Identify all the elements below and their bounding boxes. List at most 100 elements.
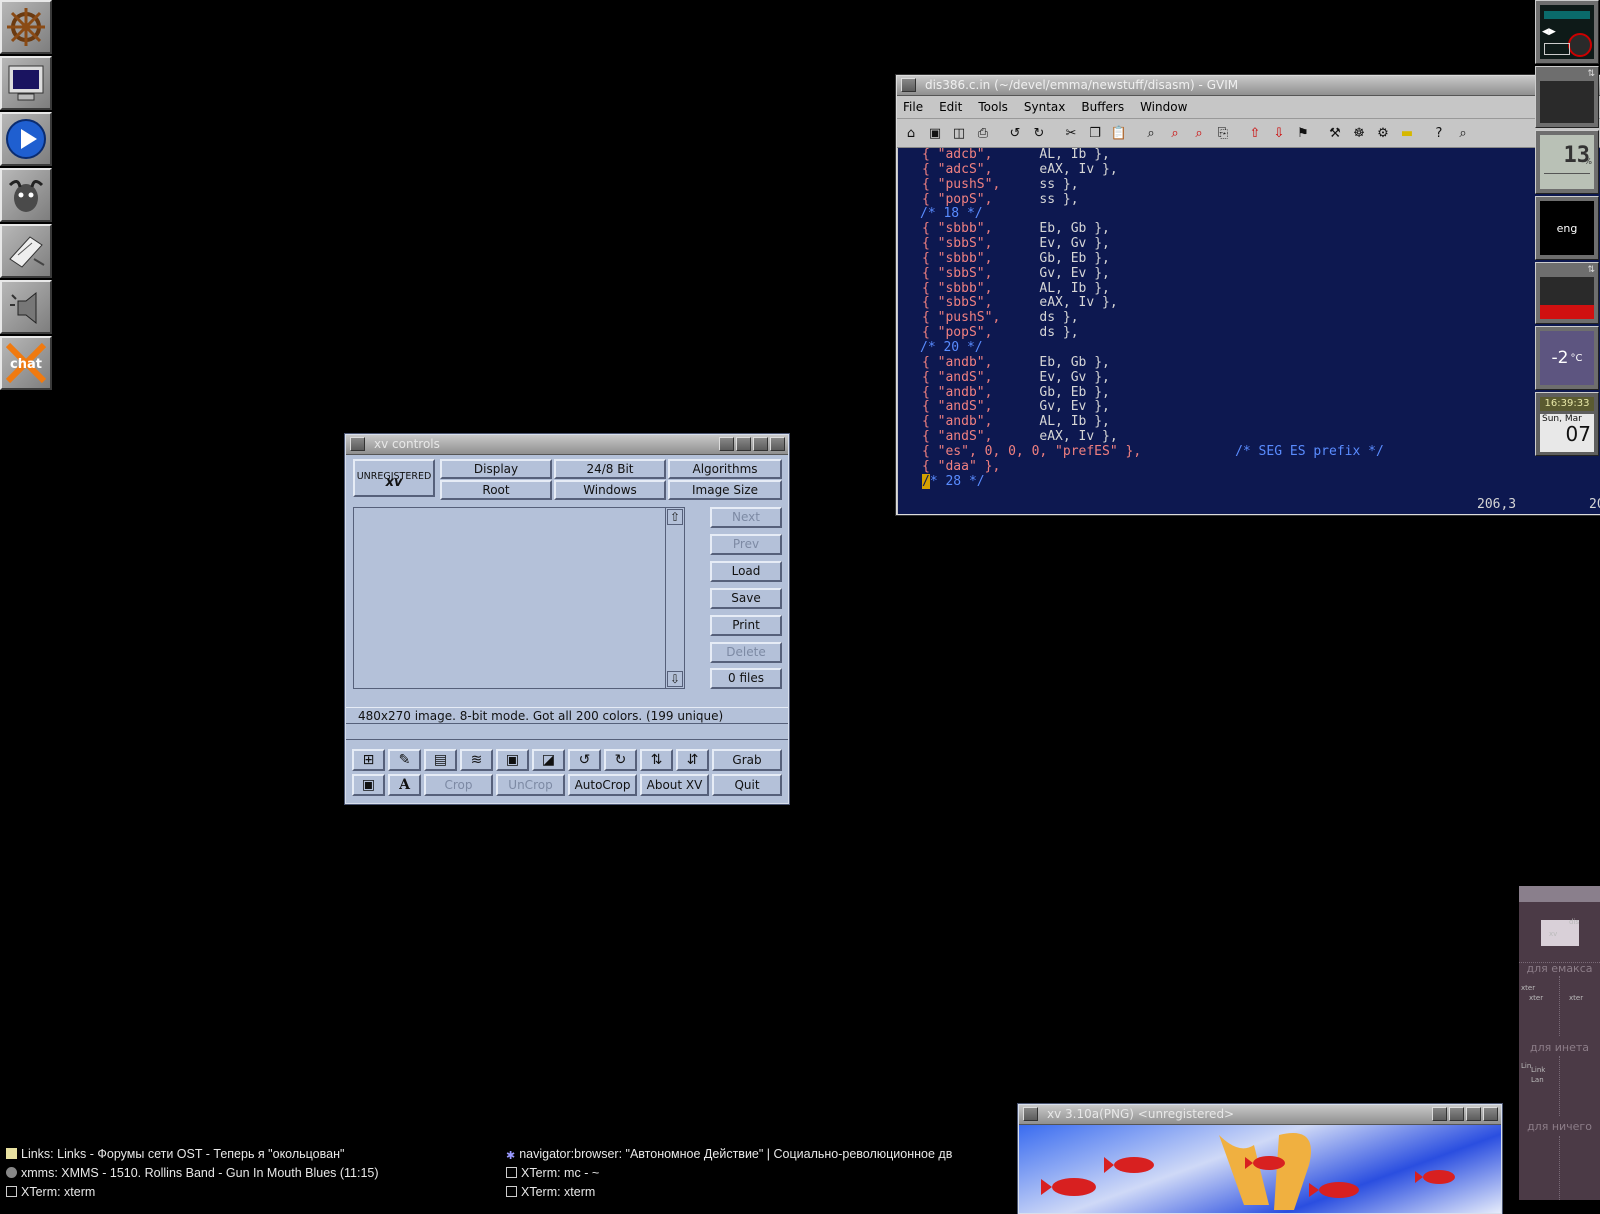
menu-file[interactable]: File: [903, 100, 923, 114]
windows-button[interactable]: Windows: [554, 480, 666, 500]
quit-button[interactable]: Quit: [712, 774, 782, 796]
task-links[interactable]: Links: Links - Форумы сети OST - Теперь …: [6, 1147, 344, 1161]
delete-button[interactable]: Delete: [710, 642, 782, 663]
image-size-button[interactable]: Image Size: [668, 480, 782, 500]
speaker-icon[interactable]: [0, 280, 52, 334]
close-button[interactable]: [770, 437, 785, 451]
shell-icon[interactable]: ☸: [1349, 123, 1369, 143]
make-icon[interactable]: ⚒: [1325, 123, 1345, 143]
display-button[interactable]: Display: [440, 459, 552, 479]
play-icon[interactable]: [0, 112, 52, 166]
scroll-down-icon[interactable]: ⇩: [667, 671, 683, 687]
prev-button[interactable]: Prev: [710, 534, 782, 555]
algorithms-button[interactable]: Algorithms: [668, 459, 782, 479]
minimize-button[interactable]: [736, 437, 751, 451]
save-all-icon[interactable]: ◫: [949, 123, 969, 143]
crop-button[interactable]: Crop: [424, 774, 493, 796]
maximize-button[interactable]: [1466, 1107, 1481, 1121]
xv-logo[interactable]: UNREGISTERED xv: [353, 459, 435, 497]
rotate-right-icon[interactable]: ↻: [604, 749, 637, 771]
task-xterm-mc[interactable]: XTerm: mc - ~: [506, 1166, 599, 1180]
menu-tools[interactable]: Tools: [978, 100, 1008, 114]
xmms-dockapp[interactable]: ◀▶: [1535, 0, 1599, 64]
next-button[interactable]: Next: [710, 507, 782, 528]
load-button[interactable]: Load: [710, 561, 782, 582]
save-button[interactable]: Save: [710, 588, 782, 609]
clipboard-icon[interactable]: ▤: [424, 749, 457, 771]
scroll-up-icon[interactable]: ⇧: [667, 509, 683, 525]
help-icon[interactable]: ?: [1429, 123, 1449, 143]
task-xterm-1[interactable]: XTerm: xterm: [6, 1185, 95, 1199]
shade-button[interactable]: [719, 437, 734, 451]
minimize-button[interactable]: [1449, 1107, 1464, 1121]
flip-vertical-icon[interactable]: ⇵: [676, 749, 709, 771]
window-menu-button[interactable]: [1023, 1107, 1038, 1121]
cut-icon[interactable]: ✂: [1061, 123, 1081, 143]
gnu-icon[interactable]: [0, 168, 52, 222]
close-button[interactable]: [1483, 1107, 1498, 1121]
ctags-icon[interactable]: ⚙: [1373, 123, 1393, 143]
xmms-volume-knob[interactable]: [1568, 33, 1592, 57]
task-xterm-2[interactable]: XTerm: xterm: [506, 1185, 595, 1199]
xmms-slider[interactable]: [1544, 43, 1570, 55]
task-xmms[interactable]: xmms: XMMS - 1510. Rollins Band - Gun In…: [6, 1166, 379, 1180]
smooth-icon[interactable]: ≋: [460, 749, 493, 771]
find-icon[interactable]: ⌕: [1141, 123, 1161, 143]
menu-syntax[interactable]: Syntax: [1024, 100, 1065, 114]
shade-button[interactable]: [1432, 1107, 1447, 1121]
autocrop-button[interactable]: AutoCrop: [568, 774, 637, 796]
bit-depth-button[interactable]: 24/8 Bit: [554, 459, 666, 479]
max-size-icon[interactable]: ◪: [532, 749, 565, 771]
rotate-left-icon[interactable]: ↺: [568, 749, 601, 771]
paint-icon[interactable]: ✎: [388, 749, 421, 771]
redo-icon[interactable]: ↻: [1029, 123, 1049, 143]
find-help-icon[interactable]: ⌕: [1453, 123, 1473, 143]
load-session-icon[interactable]: ⇧: [1245, 123, 1265, 143]
pager-desk-label-3[interactable]: для ничего: [1519, 1120, 1600, 1133]
find-next-icon[interactable]: ⌕: [1165, 123, 1185, 143]
uncrop-button[interactable]: UnCrop: [496, 774, 565, 796]
copy-icon[interactable]: ❐: [1085, 123, 1105, 143]
xmms-prev-next-icon[interactable]: ◀▶: [1542, 27, 1556, 37]
flip-horizontal-icon[interactable]: ⇅: [640, 749, 673, 771]
file-list-scrollbar[interactable]: ⇧ ⇩: [665, 508, 684, 688]
root-button[interactable]: Root: [440, 480, 552, 500]
xv-controls-titlebar[interactable]: xv controls: [346, 435, 788, 455]
keyboard-layout-dockapp[interactable]: eng: [1535, 196, 1599, 260]
save-session-icon[interactable]: ⇩: [1269, 123, 1289, 143]
monitor-icon[interactable]: [0, 56, 52, 110]
gvim-titlebar[interactable]: dis386.c.in (~/devel/emma/newstuff/disas…: [897, 76, 1600, 96]
window-menu-button[interactable]: [350, 437, 365, 451]
window-menu-button[interactable]: [901, 78, 916, 92]
paste-icon[interactable]: 📋: [1109, 123, 1129, 143]
file-list[interactable]: ⇧ ⇩: [353, 507, 685, 689]
run-script-icon[interactable]: ⚑: [1293, 123, 1313, 143]
save-icon[interactable]: ▣: [925, 123, 945, 143]
grab-button[interactable]: Grab: [712, 749, 782, 771]
print-icon[interactable]: ⎙: [973, 123, 993, 143]
normal-size-icon[interactable]: ▣: [496, 749, 529, 771]
xchat-icon[interactable]: chat: [0, 336, 52, 390]
menu-edit[interactable]: Edit: [939, 100, 962, 114]
next-image-icon[interactable]: ⊞: [352, 749, 385, 771]
vim-editor[interactable]: { "adcb", AL, Ib },{ "adcS", eAX, Iv },{…: [898, 148, 1600, 514]
menu-window[interactable]: Window: [1140, 100, 1187, 114]
open-icon[interactable]: ⌂: [901, 123, 921, 143]
menu-buffers[interactable]: Buffers: [1081, 100, 1124, 114]
text-annotate-icon[interactable]: A: [388, 774, 421, 796]
replace-icon[interactable]: ⎘: [1213, 123, 1233, 143]
print-button[interactable]: Print: [710, 615, 782, 636]
undo-icon[interactable]: ↺: [1005, 123, 1025, 143]
task-navigator[interactable]: ✱ navigator:browser: "Автономное Действие…: [506, 1147, 952, 1162]
xv-image-titlebar[interactable]: xv 3.10a(PNG) <unregistered>: [1019, 1105, 1501, 1125]
pager-desk-label-1[interactable]: для емакса: [1519, 962, 1600, 975]
notepad-icon[interactable]: [0, 224, 52, 278]
tag-jump-icon[interactable]: ▬: [1397, 123, 1417, 143]
wheel-icon[interactable]: [0, 0, 52, 54]
pager-desk-1[interactable]: dis xv: [1519, 902, 1600, 963]
pad-icon[interactable]: ▣: [352, 774, 385, 796]
find-prev-icon[interactable]: ⌕: [1189, 123, 1209, 143]
maximize-button[interactable]: [753, 437, 768, 451]
pager-desk-label-2[interactable]: для инета: [1519, 1041, 1600, 1054]
about-xv-button[interactable]: About XV: [640, 774, 709, 796]
